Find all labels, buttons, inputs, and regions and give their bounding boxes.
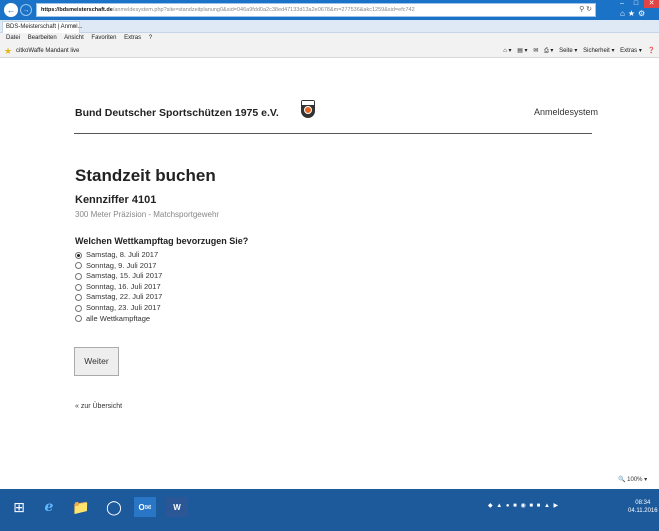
radio-button[interactable] [75, 304, 82, 312]
option-label: Sonntag, 9. Juli 2017 [86, 260, 157, 270]
option-label: Sonntag, 23. Juli 2017 [86, 302, 161, 312]
home-star-gear-icons[interactable]: ⌂★⚙ [620, 9, 648, 18]
menu-help[interactable]: ? [149, 35, 152, 41]
competition-day-options: Samstag, 8. Juli 2017 Sonntag, 9. Juli 2… [75, 250, 162, 324]
maximize-button[interactable]: □ [630, 0, 642, 8]
page-title: Standzeit buchen [75, 166, 216, 185]
internet-explorer-icon[interactable]: e [38, 497, 60, 517]
help-icon[interactable]: ❓ [648, 48, 655, 54]
overview-link[interactable]: « zur Übersicht [75, 403, 122, 410]
radio-button[interactable] [75, 262, 82, 270]
kennziffer: Kennziffer 4101 [75, 194, 157, 206]
home-icon[interactable]: ⌂ ▾ [503, 48, 511, 54]
word-icon[interactable]: W [166, 497, 188, 517]
question-label: Welchen Wettkampftag bevorzugen Sie? [75, 236, 249, 246]
radio-button[interactable] [75, 283, 82, 291]
menu-ansicht[interactable]: Ansicht [64, 35, 84, 41]
feeds-icon[interactable]: ▤ ▾ [517, 48, 527, 54]
address-bar[interactable]: https://bdsmeisterschaft.de/anmeldesyste… [36, 3, 596, 17]
search-icon[interactable]: ⚲ ↻ [579, 4, 592, 16]
mail-icon[interactable]: ✉ [533, 48, 538, 54]
radio-button[interactable] [75, 272, 82, 280]
outlook-icon[interactable]: O✉ [134, 497, 156, 517]
zoom-value: 100% [627, 477, 643, 483]
print-icon[interactable]: ⎙ ▾ [544, 48, 553, 54]
menu-sicherheit[interactable]: Sicherheit ▾ [583, 48, 614, 54]
discipline: 300 Meter Präzision - Matchsportgewehr [75, 210, 220, 219]
url-path: /anmeldesystem.php?site=standzeitplanung… [112, 7, 415, 13]
menu-datei[interactable]: Datei [6, 35, 20, 41]
favorites-star-icon[interactable]: ★ [4, 44, 12, 58]
option-label: alle Wettkampftage [86, 313, 151, 323]
organization-name: Bund Deutscher Sportschützen 1975 e.V. [75, 107, 279, 119]
bds-logo [301, 100, 315, 118]
radio-button[interactable] [75, 294, 82, 302]
windows-taskbar: ⊞ e 📁 ◯ O✉ W ◆ ▲ ● ■ ◉ ■ ■ ▲ ▶ 08:34 04.… [0, 489, 659, 531]
file-explorer-icon[interactable]: 📁 [70, 497, 92, 517]
option-row[interactable]: Sonntag, 16. Juli 2017 [75, 282, 162, 293]
back-button[interactable]: ← [4, 3, 18, 17]
url-host: https://bdsmeisterschaft.de [41, 7, 113, 13]
system-name: Anmeldesystem [534, 107, 599, 117]
favorites-bar: ★ citkoWaffe Mandant live ⌂ ▾ ▤ ▾ ✉ ⎙ ▾ … [0, 44, 659, 58]
menu-seite[interactable]: Seite ▾ [559, 48, 577, 54]
favorites-item[interactable]: citkoWaffe Mandant live [16, 44, 79, 58]
tab-bar: BDS-Meisterschaft | Anmel... × [0, 20, 659, 33]
option-label: Sonntag, 16. Juli 2017 [86, 281, 161, 291]
option-row[interactable]: alle Wettkampftage [75, 314, 162, 325]
clock[interactable]: 08:34 04.11.2016 [628, 499, 658, 515]
option-row[interactable]: Samstag, 22. Juli 2017 [75, 292, 162, 303]
windows-start-icon[interactable]: ⊞ [8, 497, 30, 517]
tab-bds-meisterschaft[interactable]: BDS-Meisterschaft | Anmel... × [2, 21, 83, 33]
option-row[interactable]: Sonntag, 9. Juli 2017 [75, 261, 162, 272]
tab-title: BDS-Meisterschaft | Anmel... [6, 24, 83, 30]
option-row[interactable]: Samstag, 8. Juli 2017 [75, 250, 162, 261]
forward-button[interactable]: → [20, 4, 32, 16]
radio-button[interactable] [75, 251, 82, 259]
menu-bar: Datei Bearbeiten Ansicht Favoriten Extra… [0, 33, 659, 44]
opera-icon[interactable]: ◯ [103, 497, 125, 517]
clock-date: 04.11.2016 [628, 508, 658, 514]
option-label: Samstag, 8. Juli 2017 [86, 250, 159, 259]
close-window-button[interactable]: ✕ [644, 0, 659, 8]
menu-extras[interactable]: Extras [124, 35, 141, 41]
weiter-button[interactable]: Weiter [74, 347, 119, 376]
page-content: Bund Deutscher Sportschützen 1975 e.V. A… [0, 58, 659, 489]
menu-favoriten[interactable]: Favoriten [91, 35, 116, 41]
menu-bearbeiten[interactable]: Bearbeiten [28, 35, 57, 41]
option-label: Samstag, 15. Juli 2017 [86, 271, 163, 281]
tab-close-icon[interactable]: × [72, 22, 76, 33]
system-tray-icons[interactable]: ◆ ▲ ● ■ ◉ ■ ■ ▲ ▶ [488, 502, 559, 509]
zoom-level[interactable]: 🔍 100% ▾ [618, 476, 647, 483]
minimize-button[interactable]: – [616, 0, 628, 8]
radio-button[interactable] [75, 315, 82, 323]
clock-time: 08:34 [635, 500, 651, 506]
browser-titlebar: ← → https://bdsmeisterschaft.de/anmeldes… [0, 0, 659, 20]
option-row[interactable]: Samstag, 15. Juli 2017 [75, 271, 162, 282]
header-divider [74, 133, 592, 134]
option-row[interactable]: Sonntag, 23. Juli 2017 [75, 303, 162, 314]
option-label: Samstag, 22. Juli 2017 [86, 292, 163, 302]
command-bar: ⌂ ▾ ▤ ▾ ✉ ⎙ ▾ Seite ▾ Sicherheit ▾ Extra… [499, 44, 655, 58]
menu-extras-cmd[interactable]: Extras ▾ [620, 48, 642, 54]
